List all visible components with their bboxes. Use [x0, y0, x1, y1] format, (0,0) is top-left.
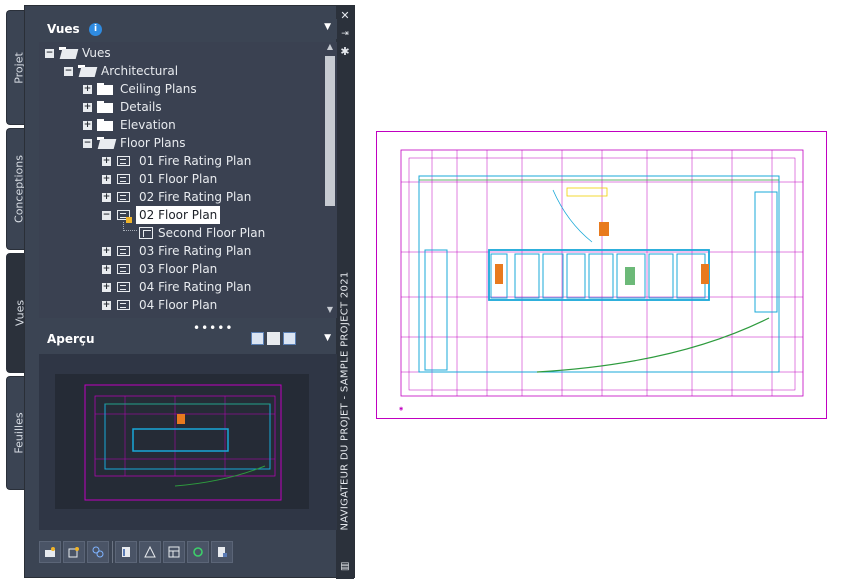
chevron-down-icon[interactable]: ▼ [324, 333, 331, 343]
tree-node-architectural[interactable]: − Architectural [39, 62, 319, 80]
view-icon [117, 282, 130, 292]
tree-node-view[interactable]: + 03 Floor Plan [39, 260, 319, 278]
open-view-button[interactable] [115, 541, 137, 563]
views-tree[interactable]: − Vues − Architectural + Ceiling Plans +… [39, 42, 324, 318]
folder-open-icon [78, 65, 98, 77]
palette-title-strip[interactable]: ✕ ⇥ ✱ NAVIGATEUR DU PROJET - SAMPLE PROJ… [336, 6, 354, 579]
tree-label: 02 Floor Plan [136, 206, 221, 224]
tree-label: Architectural [101, 64, 179, 78]
expand-icon[interactable]: + [102, 157, 111, 166]
expand-icon[interactable]: + [83, 85, 92, 94]
view-icon [117, 156, 130, 166]
info-icon[interactable]: i [89, 23, 102, 36]
tree-label: Elevation [120, 118, 176, 132]
tree-node-floor-plans[interactable]: − Floor Plans [39, 134, 319, 152]
tree-label: Ceiling Plans [120, 82, 197, 96]
folder-open-icon [97, 137, 117, 149]
scroll-down-icon[interactable]: ▼ [323, 305, 337, 317]
bottom-toolbar [37, 538, 337, 568]
tree-node-view-selected[interactable]: − 02 Floor Plan [39, 206, 319, 224]
tree-label: 04 Fire Rating Plan [139, 280, 252, 294]
tree-node-details[interactable]: + Details [39, 98, 319, 116]
scroll-up-icon[interactable]: ▲ [323, 42, 337, 54]
apercu-section-header[interactable]: Aperçu ▼ [37, 326, 337, 350]
properties-gear-icon[interactable]: ✱ [339, 46, 351, 58]
expand-icon[interactable]: + [102, 247, 111, 256]
view-icon [117, 300, 130, 310]
preview-pane [39, 354, 337, 530]
tree-node-view[interactable]: + 03 Fire Rating Plan [39, 242, 319, 260]
project-navigator-palette: ✕ ⇥ ✱ NAVIGATEUR DU PROJET - SAMPLE PROJ… [24, 5, 355, 579]
add-category-button[interactable] [63, 541, 85, 563]
tree-label: Floor Plans [120, 136, 186, 150]
vues-section-header[interactable]: Vues i ▼ [37, 19, 337, 39]
tree-node-view[interactable]: + 04 Fire Rating Plan [39, 278, 319, 296]
folder-icon [97, 83, 113, 95]
toolbar-separator [112, 541, 113, 563]
tree-node-ceiling-plans[interactable]: + Ceiling Plans [39, 80, 319, 98]
preview-zoom-icon[interactable] [283, 332, 296, 345]
sheet-set-button[interactable] [163, 541, 185, 563]
expand-icon[interactable]: + [102, 301, 111, 310]
view-icon [117, 264, 130, 274]
svg-text:◉: ◉ [399, 406, 403, 412]
project-standards-button[interactable] [211, 541, 233, 563]
tree-node-elevation[interactable]: + Elevation [39, 116, 319, 134]
refresh-button[interactable] [187, 541, 209, 563]
folder-icon [97, 119, 113, 131]
tree-label: 03 Floor Plan [139, 262, 218, 276]
collapse-icon[interactable]: − [83, 139, 92, 148]
collapse-icon[interactable]: − [102, 211, 111, 220]
expand-icon[interactable]: + [83, 121, 92, 130]
view-icon [117, 246, 130, 256]
expand-icon[interactable]: + [83, 103, 92, 112]
tree-label: 04 Floor Plan [139, 298, 218, 312]
chevron-down-icon[interactable]: ▼ [324, 22, 331, 32]
tree-node-sheet-view[interactable]: Second Floor Plan [39, 224, 319, 242]
collapse-icon[interactable]: − [45, 49, 54, 58]
palette-menu-icon[interactable]: ▤ [339, 561, 351, 573]
tree-node-vues[interactable]: − Vues [39, 44, 319, 62]
tree-label: 01 Fire Rating Plan [139, 154, 252, 168]
tree-scrollbar[interactable]: ▲ ▼ [323, 42, 337, 318]
view-icon [117, 192, 130, 202]
tree-label: 01 Floor Plan [139, 172, 218, 186]
collapse-icon[interactable]: − [64, 67, 73, 76]
tree-label: Vues [82, 46, 111, 60]
scrollbar-thumb[interactable] [325, 56, 335, 206]
close-icon[interactable]: ✕ [339, 10, 351, 22]
palette-title: NAVIGATEUR DU PROJET - SAMPLE PROJECT 20… [339, 271, 351, 531]
preview-refresh-icon[interactable] [251, 332, 264, 345]
preview-details-icon[interactable] [267, 332, 280, 345]
autohide-icon[interactable]: ⇥ [339, 28, 351, 40]
tree-label: Details [120, 100, 162, 114]
expand-icon[interactable]: + [102, 283, 111, 292]
publish-button[interactable] [139, 541, 161, 563]
add-view-button[interactable] [39, 541, 61, 563]
tree-node-view[interactable]: + 01 Fire Rating Plan [39, 152, 319, 170]
tree-node-view[interactable]: + 02 Fire Rating Plan [39, 188, 319, 206]
apercu-header-label: Aperçu [47, 332, 95, 346]
relink-button[interactable] [87, 541, 109, 563]
tree-label: Second Floor Plan [158, 226, 266, 240]
folder-icon [97, 101, 113, 113]
floor-plan-drawing[interactable]: ◉ [376, 131, 827, 419]
vues-header-label: Vues [47, 22, 80, 36]
sheet-view-icon [139, 227, 153, 239]
expand-icon[interactable]: + [102, 265, 111, 274]
tree-node-view[interactable]: + 01 Floor Plan [39, 170, 319, 188]
tree-label: 02 Fire Rating Plan [139, 190, 252, 204]
tree-node-view[interactable]: + 04 Floor Plan [39, 296, 319, 314]
tree-label: 03 Fire Rating Plan [139, 244, 252, 258]
preview-image [55, 374, 309, 509]
folder-open-icon [59, 47, 79, 59]
expand-icon[interactable]: + [102, 175, 111, 184]
view-icon [117, 174, 130, 184]
expand-icon[interactable]: + [102, 193, 111, 202]
